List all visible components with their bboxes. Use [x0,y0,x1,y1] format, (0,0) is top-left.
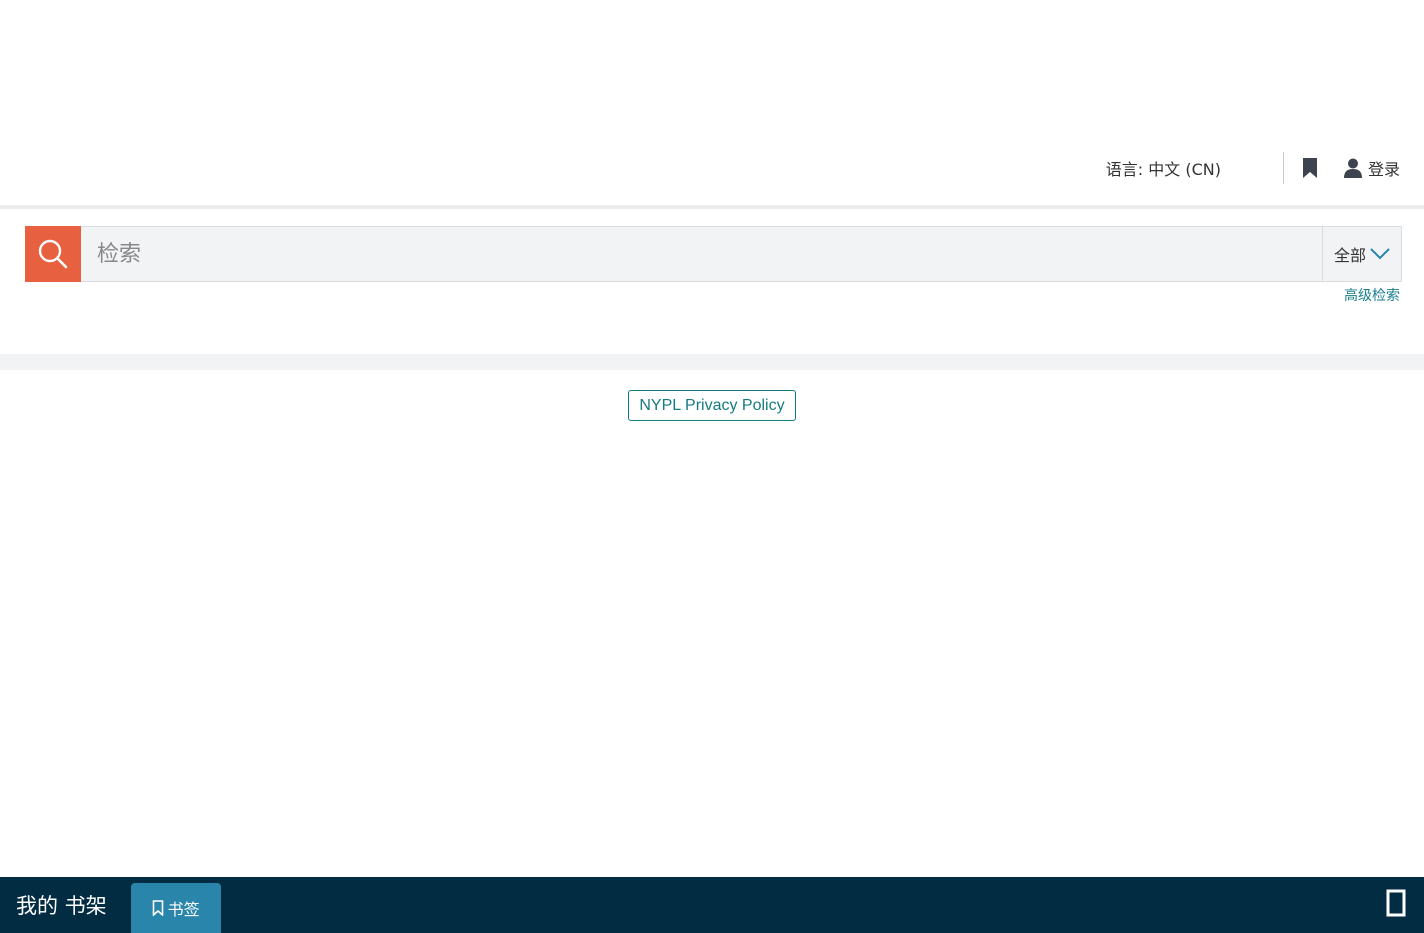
privacy-policy-link[interactable]: NYPL Privacy Policy [628,390,796,421]
chevron-down-icon [1370,248,1390,260]
section-band [0,354,1424,370]
divider [1282,152,1284,184]
search-icon [38,239,68,269]
site-header: 语言: 中文 (CN) 登录 [0,0,1424,206]
bookshelf-title[interactable]: 我的 书架 [16,890,107,920]
search-input[interactable] [81,227,1322,281]
login-button[interactable]: 登录 [1343,156,1400,180]
login-label: 登录 [1367,160,1400,179]
search-button[interactable] [25,226,81,282]
advanced-search-link[interactable]: 高级检索 [1344,285,1400,305]
utility-nav: 语言: 中文 (CN) 登录 [1106,150,1400,186]
user-icon [1343,158,1362,178]
bookshelf-bar: 我的 书架 书签 [0,877,1424,933]
expand-icon [1386,889,1406,917]
search-bar: 全部 [25,226,1402,282]
bookmark-icon [1302,158,1317,178]
expand-button[interactable] [1386,889,1406,921]
search-scope-label: 全部 [1333,246,1366,265]
header-divider [0,205,1424,209]
bookmark-outline-icon [152,900,163,916]
language-selector[interactable]: 语言: 中文 (CN) [1106,156,1221,180]
bookmarks-button[interactable] [1302,157,1318,179]
search-scope-dropdown[interactable]: 全部 [1322,227,1401,281]
tab-bookmarks-label: 书签 [167,900,200,919]
tab-bookmarks[interactable]: 书签 [130,883,221,933]
